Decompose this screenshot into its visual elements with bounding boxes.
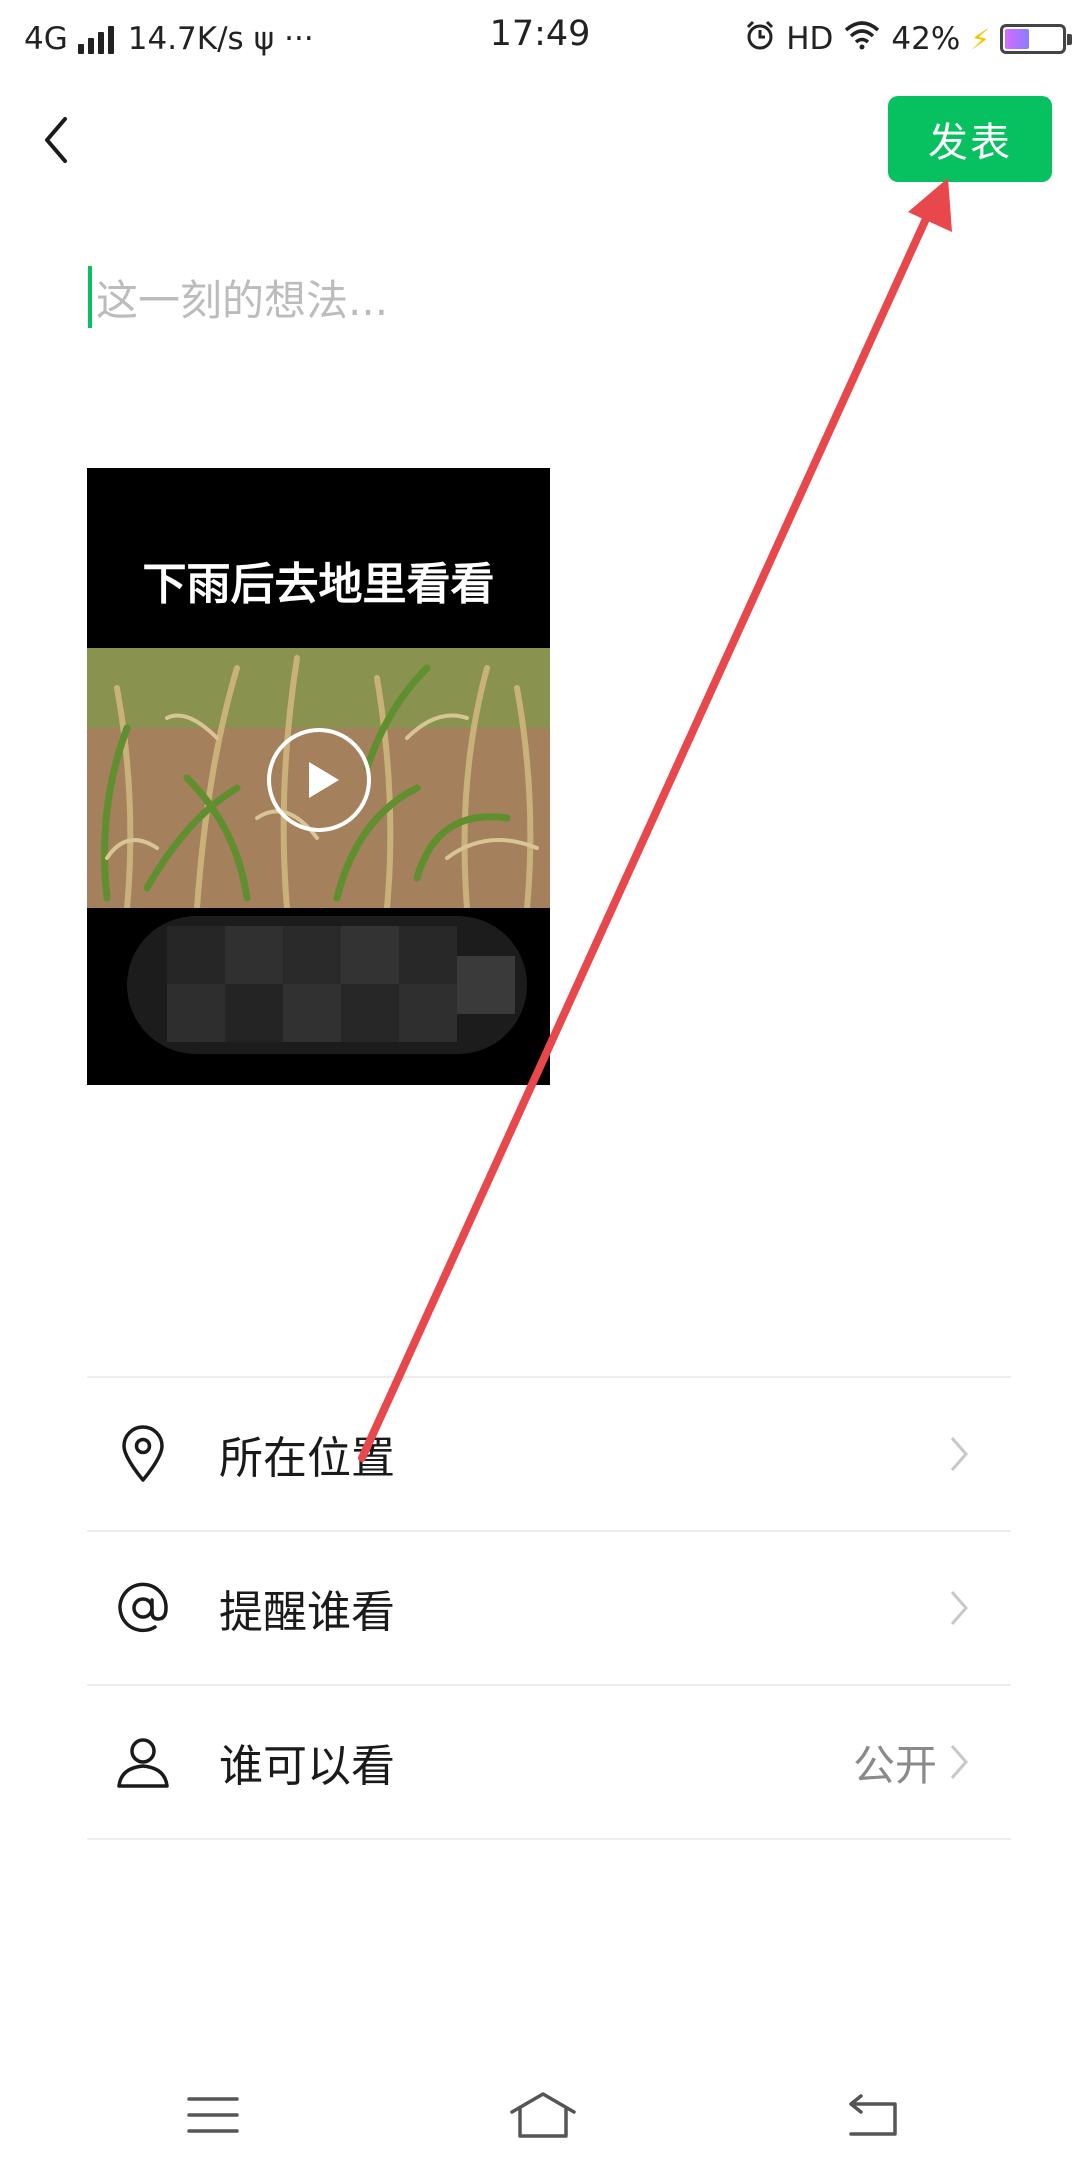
menu-button[interactable] xyxy=(178,2085,248,2145)
wifi-icon xyxy=(843,20,881,58)
menu-icon xyxy=(187,2097,239,2133)
option-remind[interactable]: 提醒谁看 xyxy=(87,1532,1011,1684)
blurred-region xyxy=(127,916,527,1054)
chevron-right-icon xyxy=(950,1745,968,1779)
option-label: 提醒谁看 xyxy=(219,1587,395,1638)
play-icon[interactable] xyxy=(265,726,373,834)
battery-percent: 42% xyxy=(891,21,961,57)
battery-icon xyxy=(1000,24,1072,54)
home-button[interactable] xyxy=(508,2085,578,2145)
person-icon xyxy=(113,1732,173,1792)
video-caption: 下雨后去地里看看 xyxy=(142,559,495,610)
back-button[interactable] xyxy=(28,108,84,172)
option-label: 所在位置 xyxy=(219,1433,395,1484)
divider xyxy=(87,1838,1011,1840)
option-location[interactable]: 所在位置 xyxy=(87,1378,1011,1530)
at-icon xyxy=(113,1578,173,1638)
chevron-right-icon xyxy=(950,1591,968,1625)
publish-button[interactable]: 发表 xyxy=(888,96,1052,182)
charging-icon: ⚡ xyxy=(970,22,990,56)
post-text-input[interactable]: 这一刻的想法... xyxy=(88,262,988,332)
visibility-value: 公开 xyxy=(852,1740,937,1790)
chevron-right-icon xyxy=(950,1437,968,1471)
location-pin-icon xyxy=(113,1424,173,1484)
status-bar: 4G 14.7K/s ψ ··· 17:49 HD 42% ⚡ xyxy=(0,0,1080,76)
post-placeholder: 这一刻的想法... xyxy=(96,275,389,325)
option-label: 谁可以看 xyxy=(219,1741,395,1792)
text-caret xyxy=(88,266,92,328)
back-icon xyxy=(849,2094,897,2136)
home-icon xyxy=(510,2092,576,2138)
chevron-left-icon xyxy=(45,117,67,163)
video-thumbnail[interactable]: 下雨后去地里看看 xyxy=(87,468,550,1085)
alarm-icon xyxy=(744,19,776,59)
back-nav-button[interactable] xyxy=(838,2085,908,2145)
hd-label: HD xyxy=(786,21,834,57)
status-right: HD 42% ⚡ xyxy=(734,14,1072,64)
option-visibility[interactable]: 谁可以看 公开 xyxy=(87,1686,1011,1838)
